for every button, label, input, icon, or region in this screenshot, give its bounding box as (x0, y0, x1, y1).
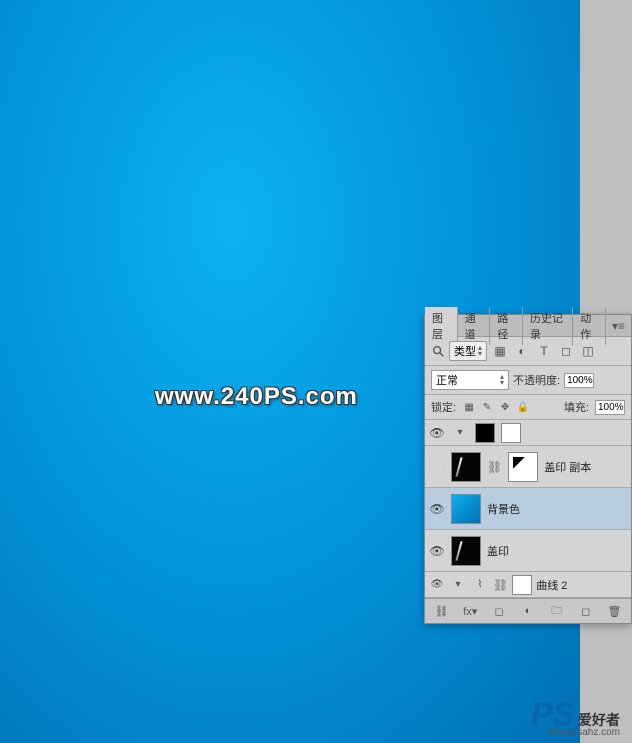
layer-style-icon[interactable]: fx▾ (461, 603, 479, 619)
link-icon: ⛓ (493, 578, 508, 592)
lock-all-icon[interactable]: 🔒 (516, 400, 530, 414)
panel-menu-icon[interactable]: ▾≡ (606, 319, 631, 333)
lock-toolbar: 锁定: ▦ ✎ ✥ 🔒 填充: 100% (425, 395, 631, 420)
delete-layer-icon[interactable]: 🗑 (605, 603, 623, 619)
layer-row[interactable]: 👁 背景色 (425, 488, 631, 530)
layer-thumbnail (451, 536, 481, 566)
layer-mask-thumbnail (501, 423, 521, 443)
layers-panel: 图层 通道 路径 历史记录 动作 ▾≡ 类型 ▴▾ ▦ ◐ T ◻ ◫ 正常 ▴… (424, 314, 632, 624)
layer-mask-icon[interactable]: ◻ (490, 603, 508, 619)
layer-row-adjustment[interactable]: 👁 ▾ ⌇ ⛓ 曲线 2 (425, 572, 631, 598)
layer-thumbnail (475, 423, 495, 443)
visibility-toggle-icon[interactable]: 👁 (429, 543, 445, 559)
blend-toolbar: 正常 ▴▾ 不透明度: 100% (425, 366, 631, 395)
panel-tabs: 图层 通道 路径 历史记录 动作 ▾≡ (425, 315, 631, 337)
adjustment-layer-icon[interactable]: ◐ (519, 603, 537, 619)
visibility-toggle-icon[interactable]: 👁 (429, 577, 445, 593)
group-icon[interactable]: 🗀 (548, 603, 566, 619)
layer-name-label: 背景色 (487, 501, 520, 517)
blend-mode-select[interactable]: 正常 ▴▾ (431, 370, 509, 390)
lock-pixels-icon[interactable]: ✎ (480, 400, 494, 414)
link-layers-icon[interactable]: ⛓ (432, 603, 450, 619)
link-icon: ⛓ (487, 460, 502, 474)
lock-icons-group: ▦ ✎ ✥ 🔒 (462, 400, 530, 414)
tab-channels[interactable]: 通道 (458, 307, 491, 345)
fill-input[interactable]: 100% (595, 400, 625, 415)
chevron-down-icon: ▾ (449, 578, 467, 592)
layer-mask-thumbnail (512, 575, 532, 595)
search-icon (431, 344, 445, 358)
blend-mode-label: 正常 (436, 372, 458, 388)
layer-mask-thumbnail (508, 452, 538, 482)
filter-type-icon[interactable]: T (535, 342, 553, 360)
layer-name-label: 盖印 副本 (544, 459, 591, 475)
new-layer-icon[interactable]: ◻ (577, 603, 595, 619)
chevron-down-icon: ▾ (451, 426, 469, 440)
tab-actions[interactable]: 动作 (573, 307, 606, 345)
visibility-toggle-icon[interactable]: 👁 (429, 501, 445, 517)
site-url: www.psahz.com (548, 727, 620, 738)
visibility-toggle-icon[interactable]: 👁 (429, 425, 445, 441)
tab-layers[interactable]: 图层 (425, 307, 458, 346)
opacity-input[interactable]: 100% (564, 373, 594, 388)
tab-paths[interactable]: 路径 (490, 307, 523, 345)
layer-name-label: 曲线 2 (536, 577, 567, 593)
dropdown-arrows-icon: ▴▾ (500, 374, 504, 386)
layer-thumbnail (451, 494, 481, 524)
layer-thumbnail (451, 452, 481, 482)
layer-row-collapsed[interactable]: 👁 ▾ (425, 420, 631, 446)
layer-name-label: 盖印 (487, 543, 509, 559)
lock-label: 锁定: (431, 399, 456, 415)
panel-footer: ⛓ fx▾ ◻ ◐ 🗀 ◻ 🗑 (425, 598, 631, 623)
lock-position-icon[interactable]: ✥ (498, 400, 512, 414)
curves-icon: ⌇ (471, 578, 489, 592)
filter-type-select[interactable]: 类型 ▴▾ (449, 341, 487, 361)
filter-adjustment-icon[interactable]: ◐ (513, 342, 531, 360)
filter-pixel-icon[interactable]: ▦ (491, 342, 509, 360)
filter-shape-icon[interactable]: ◻ (557, 342, 575, 360)
watermark-text: www.240PS.com (155, 383, 358, 411)
opacity-label: 不透明度: (513, 372, 560, 388)
filter-type-label: 类型 (454, 343, 476, 359)
dropdown-arrows-icon: ▴▾ (478, 345, 482, 357)
lock-transparency-icon[interactable]: ▦ (462, 400, 476, 414)
layer-row[interactable]: ⛓ 盖印 副本 (425, 446, 631, 488)
tab-history[interactable]: 历史记录 (523, 307, 573, 345)
layer-row[interactable]: 👁 盖印 (425, 530, 631, 572)
filter-smart-icon[interactable]: ◫ (579, 342, 597, 360)
visibility-toggle-icon[interactable] (429, 459, 445, 475)
fill-label: 填充: (564, 399, 589, 415)
logo-cn: 爱好者 (578, 712, 620, 728)
